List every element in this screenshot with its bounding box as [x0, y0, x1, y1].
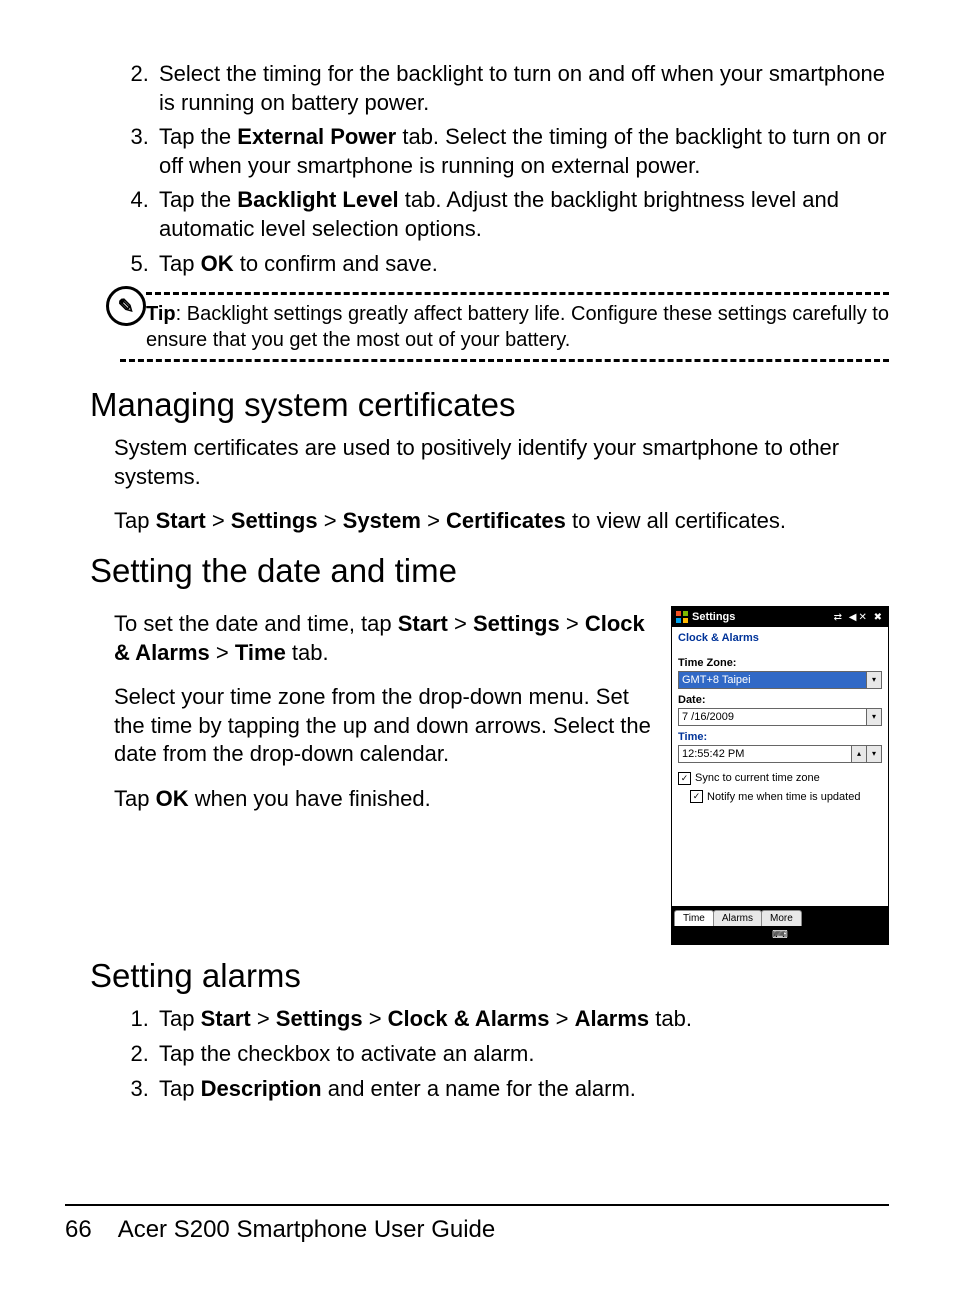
page-number: 66	[65, 1216, 92, 1243]
timezone-select[interactable]: GMT+8 Taipei ▾	[678, 671, 882, 689]
checkbox-notify[interactable]: ✓ Notify me when time is updated	[690, 790, 882, 804]
ss-titlebar: Settings ⇄ ◀✕ ✖	[672, 607, 888, 627]
device-screenshot: Settings ⇄ ◀✕ ✖ Clock & Alarms Time Zone…	[671, 606, 889, 945]
tip-block: Tip: Backlight settings greatly affect b…	[120, 292, 889, 362]
guide-title: Acer S200 Smartphone User Guide	[118, 1216, 496, 1243]
certificates-p2: Tap Start > Settings > System > Certific…	[114, 507, 889, 536]
checkbox-sync[interactable]: ✓ Sync to current time zone	[678, 771, 882, 785]
alarm-step-1: Tap Start > Settings > Clock & Alarms > …	[155, 1005, 889, 1034]
tab-more[interactable]: More	[761, 910, 802, 926]
bold-ok: OK	[201, 251, 234, 276]
step-3: Tap the External Power tab. Select the t…	[155, 123, 889, 180]
dashed-line-bottom	[120, 359, 889, 362]
heading-datetime: Setting the date and time	[90, 552, 889, 590]
bold-backlight-level: Backlight Level	[237, 187, 398, 212]
bold-external-power: External Power	[237, 124, 396, 149]
step-4: Tap the Backlight Level tab. Adjust the …	[155, 186, 889, 243]
down-icon[interactable]: ▾	[866, 746, 881, 762]
windows-icon	[676, 611, 688, 623]
page-footer: 66 Acer S200 Smartphone User Guide	[65, 1204, 889, 1244]
tip-text: Tip: Backlight settings greatly affect b…	[146, 301, 889, 353]
tab-alarms[interactable]: Alarms	[713, 910, 762, 926]
time-spinner[interactable]: 12:55:42 PM ▴ ▾	[678, 745, 882, 763]
heading-alarms: Setting alarms	[90, 957, 889, 995]
checkbox-icon: ✓	[690, 790, 703, 803]
step-2-text: Select the timing for the backlight to t…	[159, 61, 885, 115]
step-5: Tap OK to confirm and save.	[155, 250, 889, 279]
label-time: Time:	[678, 730, 882, 744]
label-timezone: Time Zone:	[678, 656, 882, 670]
datetime-p2: Select your time zone from the drop-down…	[114, 683, 653, 769]
dashed-line-top	[146, 292, 889, 295]
up-icon[interactable]: ▴	[851, 746, 866, 762]
step-2: Select the timing for the backlight to t…	[155, 60, 889, 117]
date-select[interactable]: 7 /16/2009 ▾	[678, 708, 882, 726]
alarm-step-3: Tap Description and enter a name for the…	[155, 1075, 889, 1104]
ss-subtitle: Clock & Alarms	[672, 627, 888, 649]
datetime-p3: Tap OK when you have finished.	[114, 785, 653, 814]
tip-icon	[106, 286, 146, 326]
tab-time[interactable]: Time	[674, 910, 714, 926]
dropdown-icon[interactable]: ▾	[866, 672, 881, 688]
dropdown-icon[interactable]: ▾	[866, 709, 881, 725]
heading-certificates: Managing system certificates	[90, 386, 889, 424]
certificates-p1: System certificates are used to positive…	[114, 434, 889, 491]
alarm-step-2: Tap the checkbox to activate an alarm.	[155, 1040, 889, 1069]
keyboard-icon[interactable]: ⌨	[772, 929, 788, 941]
ss-tabs: Time Alarms More	[672, 906, 888, 926]
datetime-p1: To set the date and time, tap Start > Se…	[114, 610, 653, 667]
checkbox-icon: ✓	[678, 772, 691, 785]
label-date: Date:	[678, 693, 882, 707]
status-icons: ⇄ ◀✕ ✖	[834, 611, 884, 624]
ss-softkey-bar: ⌨	[672, 926, 888, 944]
